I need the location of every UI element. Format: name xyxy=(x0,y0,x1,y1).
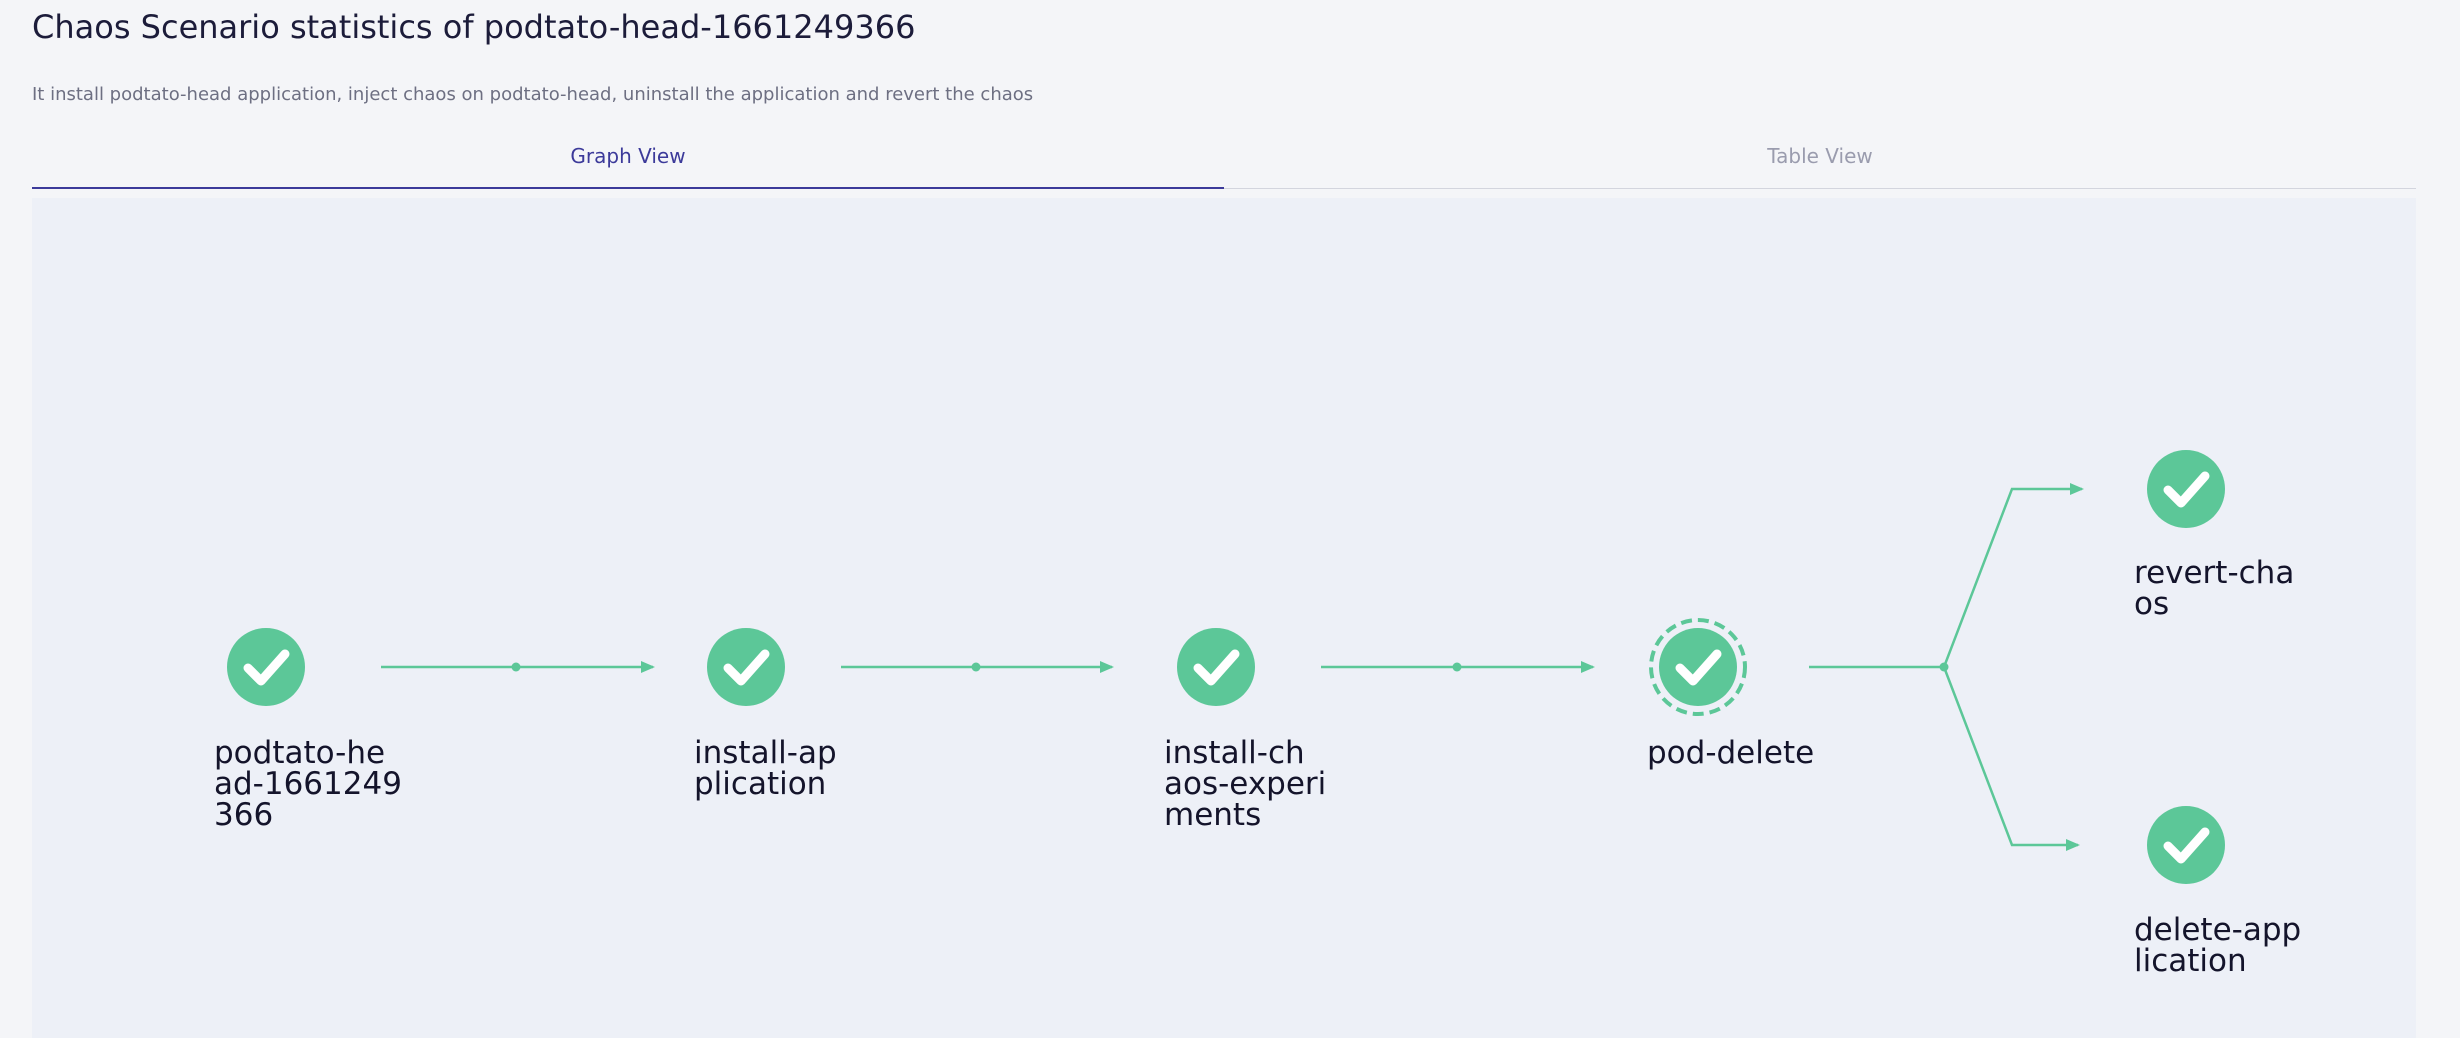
node-status-circle xyxy=(1177,628,1255,706)
node-status-circle xyxy=(2147,450,2225,528)
node-status-circle xyxy=(227,628,305,706)
node-label-pod-delete: pod-delete xyxy=(1647,735,1815,771)
edge-pod-delete-to-delete-application xyxy=(1942,666,2080,851)
edge-midpoint-dot xyxy=(1452,662,1462,672)
node-install-chaos-experiments[interactable] xyxy=(1177,628,1255,706)
edge-midpoint-dot xyxy=(511,662,521,672)
node-revert-chaos[interactable] xyxy=(2147,450,2225,528)
node-status-circle xyxy=(2147,806,2225,884)
edge-midpoint-dot xyxy=(971,662,981,672)
node-label-delete-application: delete-app lication xyxy=(2134,912,2302,979)
node-pod-delete[interactable] xyxy=(1649,618,1747,716)
workflow-graph: podtato-he ad-1661249 366 install-ap plic… xyxy=(32,198,2416,1038)
node-install-application[interactable] xyxy=(707,628,785,706)
workflow-graph-canvas xyxy=(227,450,2225,884)
page-title: Chaos Scenario statistics of podtato-hea… xyxy=(32,8,916,46)
view-tabs: Graph View Table View xyxy=(32,124,2416,189)
node-delete-application[interactable] xyxy=(2147,806,2225,884)
page-description: It install podtato-head application, inj… xyxy=(32,84,1034,105)
tab-graph-view[interactable]: Graph View xyxy=(32,124,1224,189)
node-label-podtato-head-1661249366: podtato-he ad-1661249 366 xyxy=(214,735,402,833)
node-label-revert-chaos: revert-cha os xyxy=(2134,555,2295,622)
node-label-install-chaos-experiments: install-ch aos-experi ments xyxy=(1164,735,1327,833)
tab-table-view[interactable]: Table View xyxy=(1224,124,2416,188)
edge-pod-delete-to-revert-chaos xyxy=(1942,483,2084,668)
node-podtato-head-1661249366[interactable] xyxy=(227,628,305,706)
node-status-circle xyxy=(1659,628,1737,706)
node-label-install-application: install-ap plication xyxy=(694,735,837,802)
node-status-circle xyxy=(707,628,785,706)
